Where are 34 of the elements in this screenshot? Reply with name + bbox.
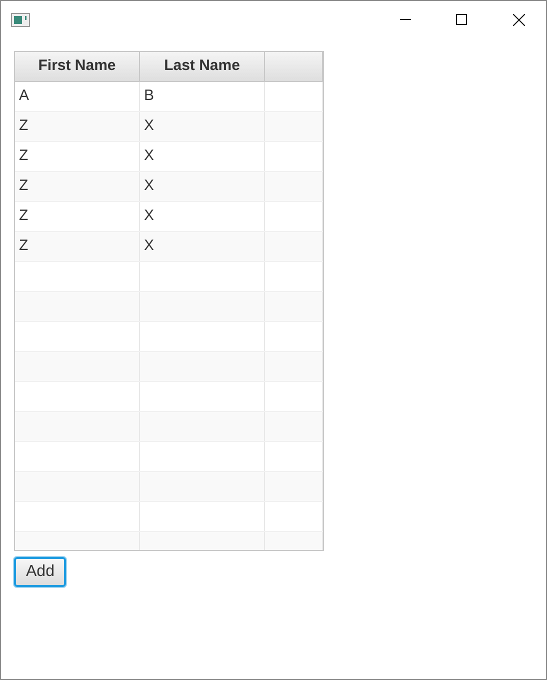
table-row[interactable] <box>15 382 323 412</box>
app-icon <box>11 12 30 26</box>
table-cell-text: X <box>144 236 154 256</box>
table-row[interactable] <box>15 292 323 322</box>
table-cell-text: X <box>144 146 154 166</box>
table-cell-text: Z <box>19 206 28 226</box>
table-row[interactable] <box>15 412 323 442</box>
table-row[interactable] <box>15 472 323 502</box>
close-icon <box>513 14 525 26</box>
table-row[interactable]: Z X <box>15 202 323 232</box>
add-button[interactable]: Add <box>14 557 66 587</box>
table-row[interactable] <box>15 322 323 352</box>
table-cell-text: Z <box>19 176 28 196</box>
maximize-icon <box>456 14 466 25</box>
table-row[interactable]: Z X <box>15 232 323 262</box>
table-cell-text: Z <box>19 146 28 166</box>
column-header[interactable]: First Name <box>15 52 140 81</box>
table-cell-text: Z <box>19 116 28 136</box>
table-row[interactable]: Z X <box>15 112 323 142</box>
table-cell-text: Z <box>19 236 28 256</box>
table-row[interactable] <box>15 352 323 382</box>
column-header[interactable] <box>265 52 323 81</box>
column-header[interactable]: Last Name <box>140 52 265 81</box>
table-row[interactable] <box>15 262 323 292</box>
table-row[interactable] <box>15 442 323 472</box>
table-cell-text: X <box>144 176 154 196</box>
table-row[interactable]: A B <box>15 82 323 112</box>
table-cell-text: B <box>144 86 154 106</box>
table-cell-text: X <box>144 206 154 226</box>
table-row[interactable]: Z X <box>15 172 323 202</box>
table-cell-text: X <box>144 116 154 136</box>
table-cell-text: A <box>19 86 30 106</box>
table-row[interactable] <box>15 502 323 532</box>
table-row[interactable]: Z X <box>15 142 323 172</box>
